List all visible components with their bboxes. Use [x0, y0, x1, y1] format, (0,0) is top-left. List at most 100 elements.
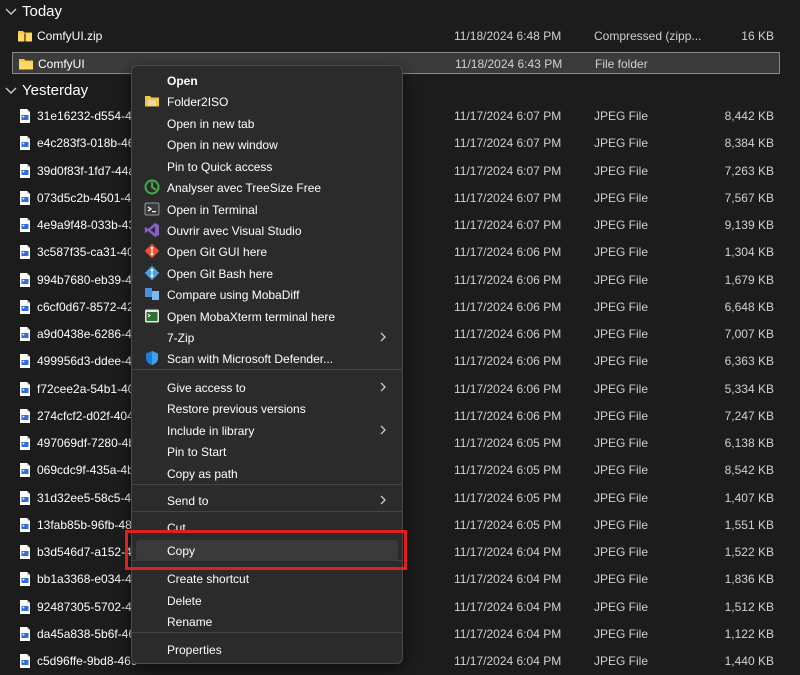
menu-separator — [132, 632, 402, 633]
file-type: JPEG File — [594, 626, 649, 641]
file-size: 1,304 KB — [724, 245, 774, 260]
menu-item-ouvrir-avec-visual-studio[interactable]: Ouvrir avec Visual Studio — [136, 220, 398, 241]
menu-item-label: Rename — [167, 615, 213, 629]
group-header-today[interactable]: Today — [0, 0, 62, 22]
jpeg-file-icon — [17, 353, 33, 369]
mobadiff-icon — [144, 286, 160, 302]
jpeg-file-icon — [17, 108, 33, 124]
file-date-modified: 11/17/2024 6:07 PM — [454, 218, 562, 232]
file-type: JPEG File — [594, 218, 649, 232]
menu-item-open-in-new-tab[interactable]: Open in new tab — [136, 113, 398, 134]
menu-item-rename[interactable]: Rename — [136, 611, 398, 632]
menu-item-open-in-new-window[interactable]: Open in new window — [136, 134, 398, 155]
file-date-modified: 11/17/2024 6:06 PM — [454, 327, 562, 341]
file-type: JPEG File — [594, 327, 649, 341]
file-size: 16 KB — [741, 29, 774, 43]
git-bash-icon — [144, 265, 160, 281]
menu-item-open-git-gui-here[interactable]: Open Git GUI here — [136, 241, 398, 262]
menu-item-give-access-to[interactable]: Give access to — [136, 377, 398, 398]
jpeg-file-icon — [17, 435, 33, 451]
menu-item-restore-previous-versions[interactable]: Restore previous versions — [136, 398, 398, 419]
menu-item-7-zip[interactable]: 7-Zip — [136, 327, 398, 348]
menu-item-include-in-library[interactable]: Include in library — [136, 420, 398, 441]
file-type: JPEG File — [594, 599, 649, 614]
menu-item-open-mobaxterm-terminal-here[interactable]: Open MobaXterm terminal here — [136, 306, 398, 327]
folder2iso-icon — [144, 93, 160, 109]
menu-item-open-in-terminal[interactable]: Open in Terminal — [136, 199, 398, 220]
file-size: 9,139 KB — [724, 218, 774, 232]
file-date-modified: 11/17/2024 6:05 PM — [454, 436, 562, 450]
menu-item-label: Delete — [167, 594, 202, 608]
file-date-modified: 11/17/2024 6:04 PM — [454, 654, 562, 668]
menu-item-copy-as-path[interactable]: Copy as path — [136, 463, 398, 484]
file-name: ComfyUI.zip — [37, 29, 103, 43]
file-date-modified: 11/17/2024 6:07 PM — [454, 109, 562, 123]
menu-item-send-to[interactable]: Send to — [136, 490, 398, 511]
file-size: 1,512 KB — [724, 599, 774, 614]
file-size: 7,007 KB — [724, 327, 774, 341]
jpeg-file-icon — [17, 571, 33, 587]
file-date-modified: 11/17/2024 6:05 PM — [454, 490, 562, 505]
chevron-down-icon[interactable] — [4, 83, 18, 97]
file-date-modified: 11/17/2024 6:06 PM — [454, 354, 562, 369]
menu-item-analyser-avec-treesize-free[interactable]: Analyser avec TreeSize Free — [136, 177, 398, 198]
jpeg-file-icon — [17, 299, 33, 315]
file-date-modified: 11/17/2024 6:04 PM — [454, 626, 562, 641]
jpeg-file-icon — [17, 599, 33, 615]
menu-item-delete[interactable]: Delete — [136, 590, 398, 611]
file-date-modified: 11/17/2024 6:07 PM — [454, 190, 562, 205]
git-gui-icon — [144, 243, 160, 259]
chevron-down-icon[interactable] — [4, 4, 18, 18]
file-type: JPEG File — [594, 572, 649, 587]
menu-item-properties[interactable]: Properties — [136, 639, 398, 660]
file-date-modified: 11/17/2024 6:06 PM — [454, 381, 562, 396]
menu-item-label: Folder2ISO — [167, 95, 229, 109]
menu-item-open[interactable]: Open — [136, 70, 398, 91]
file-type: JPEG File — [594, 408, 649, 423]
menu-item-label: Include in library — [167, 424, 255, 438]
menu-item-label: Open — [167, 74, 198, 88]
file-date-modified: 11/17/2024 6:06 PM — [454, 408, 562, 423]
menu-item-label: Open in new tab — [167, 117, 255, 131]
file-type: File folder — [595, 57, 648, 71]
jpeg-file-icon — [17, 517, 33, 533]
menu-item-create-shortcut[interactable]: Create shortcut — [136, 568, 398, 589]
jpeg-file-icon — [17, 244, 33, 260]
file-type: JPEG File — [594, 517, 649, 532]
menu-item-label: Create shortcut — [167, 572, 250, 586]
file-size: 1,836 KB — [724, 572, 774, 587]
menu-item-label: 7-Zip — [167, 331, 195, 345]
chevron-right-icon — [378, 330, 388, 344]
file-date-modified: 11/17/2024 6:06 PM — [454, 272, 562, 287]
menu-item-folder2iso[interactable]: Folder2ISO — [136, 91, 398, 112]
menu-item-open-git-bash-here[interactable]: Open Git Bash here — [136, 263, 398, 284]
jpeg-file-icon — [17, 381, 33, 397]
file-size: 6,648 KB — [724, 299, 774, 314]
file-size: 7,247 KB — [724, 408, 774, 423]
file-date-modified: 11/17/2024 6:04 PM — [454, 599, 562, 614]
file-date-modified: 11/17/2024 6:04 PM — [454, 572, 562, 587]
menu-item-label: Give access to — [167, 381, 246, 395]
menu-item-label: Open in Terminal — [167, 203, 258, 217]
jpeg-file-icon — [17, 135, 33, 151]
menu-item-pin-to-quick-access[interactable]: Pin to Quick access — [136, 156, 398, 177]
group-header-yesterday[interactable]: Yesterday — [0, 79, 88, 101]
file-type: JPEG File — [594, 490, 649, 505]
file-type: JPEG File — [594, 545, 649, 559]
menu-item-compare-using-mobadiff[interactable]: Compare using MobaDiff — [136, 284, 398, 305]
menu-item-label: Ouvrir avec Visual Studio — [167, 224, 302, 238]
jpeg-file-icon — [17, 626, 33, 642]
file-type: JPEG File — [594, 654, 649, 668]
jpeg-file-icon — [17, 544, 33, 560]
jpeg-file-icon — [17, 217, 33, 233]
jpeg-file-icon — [17, 408, 33, 424]
menu-item-scan-with-microsoft-defender[interactable]: Scan with Microsoft Defender... — [136, 348, 398, 369]
menu-item-pin-to-start[interactable]: Pin to Start — [136, 441, 398, 462]
file-row[interactable]: ComfyUI.zip 11/18/2024 6:48 PM Compressed … — [12, 25, 780, 47]
menu-item-label: Open MobaXterm terminal here — [167, 310, 336, 324]
file-size: 8,442 KB — [724, 109, 774, 123]
menu-item-label: Compare using MobaDiff — [167, 288, 300, 302]
jpeg-file-icon — [17, 190, 33, 206]
file-type: Compressed (zipp... — [594, 29, 702, 43]
zip-folder-icon — [17, 28, 33, 44]
